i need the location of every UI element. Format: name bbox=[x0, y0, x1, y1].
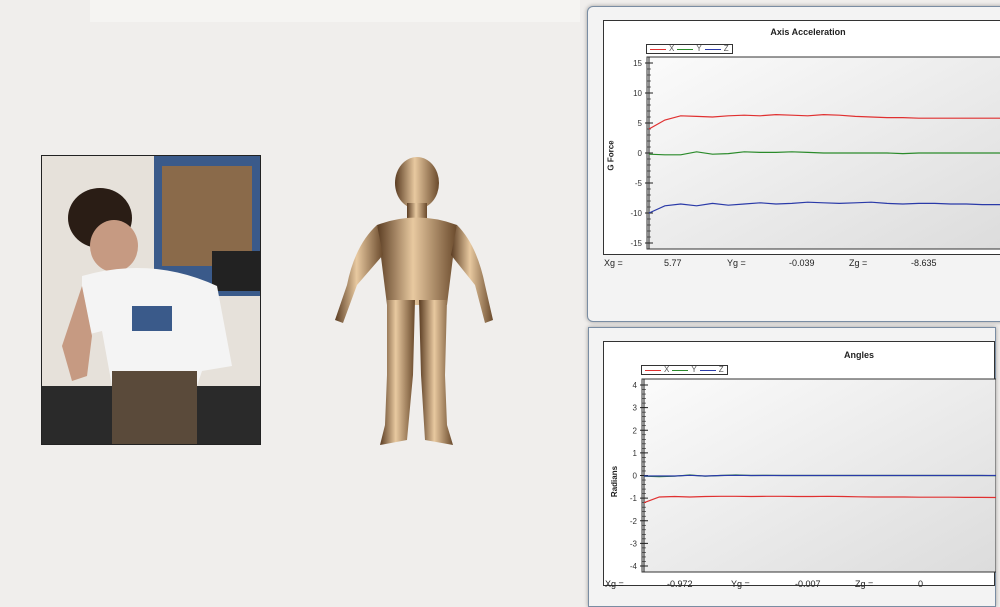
y-tick-label: 1 bbox=[633, 449, 638, 458]
xg-value: 5.77 bbox=[664, 258, 682, 268]
y-tick-label: 2 bbox=[633, 426, 638, 435]
zg-value: 0 bbox=[918, 579, 924, 589]
user-photo bbox=[41, 155, 261, 445]
angles-readout: Xg = -0.972 Yg = -0.007 Zg = 0 bbox=[605, 579, 985, 591]
y-tick-label: 10 bbox=[633, 89, 642, 98]
y-tick-label: -3 bbox=[630, 539, 638, 548]
series-line-z bbox=[644, 474, 996, 477]
zg-value: -8.635 bbox=[911, 258, 937, 268]
yg-label: Yg = bbox=[731, 579, 750, 589]
zg-label: Zg = bbox=[849, 258, 868, 268]
acceleration-plot: 15 10 5 0 -5 -10 -15 bbox=[630, 56, 1000, 250]
zg-label: Zg = bbox=[855, 579, 874, 589]
y-tick-label: -2 bbox=[630, 517, 638, 526]
xg-value: -0.972 bbox=[667, 579, 693, 589]
y-tick-label: 0 bbox=[633, 472, 638, 481]
xg-label: Xg = bbox=[604, 258, 623, 268]
yg-value: -0.039 bbox=[789, 258, 815, 268]
y-tick-label: -1 bbox=[630, 494, 638, 503]
angles-plot: 4 3 2 1 0 -1 -2 -3 -4 bbox=[630, 378, 996, 573]
yg-label: Yg = bbox=[727, 258, 746, 268]
y-tick-label: 0 bbox=[638, 149, 643, 158]
angles-window: Angles X Y Z Radians 4 3 2 1 0 -1 -2 -3 -4 Xg = … bbox=[588, 327, 996, 607]
y-tick-label: -10 bbox=[630, 209, 642, 218]
angles-chart: Angles X Y Z Radians 4 3 2 1 0 -1 -2 -3 -4 bbox=[603, 341, 996, 586]
y-tick-label: 3 bbox=[633, 404, 638, 413]
y-tick-label: -4 bbox=[630, 562, 638, 571]
y-tick-label: 5 bbox=[638, 119, 643, 128]
acceleration-chart: Axis Acceleration X Y Z G Force 15 10 5 0 -5… bbox=[603, 20, 1000, 255]
y-tick-label: -5 bbox=[635, 179, 643, 188]
y-tick-label: 15 bbox=[633, 59, 642, 68]
acceleration-readout: Xg = 5.77 Yg = -0.039 Zg = -8.635 bbox=[604, 258, 1000, 270]
y-tick-label: 4 bbox=[633, 381, 638, 390]
xg-label: Xg = bbox=[605, 579, 624, 589]
yg-value: -0.007 bbox=[795, 579, 821, 589]
acceleration-window: Axis Acceleration X Y Z G Force 15 10 5 0 -5… bbox=[587, 6, 1000, 322]
3d-body-model bbox=[325, 155, 505, 455]
y-tick-label: -15 bbox=[630, 239, 642, 248]
top-strip bbox=[90, 0, 580, 22]
